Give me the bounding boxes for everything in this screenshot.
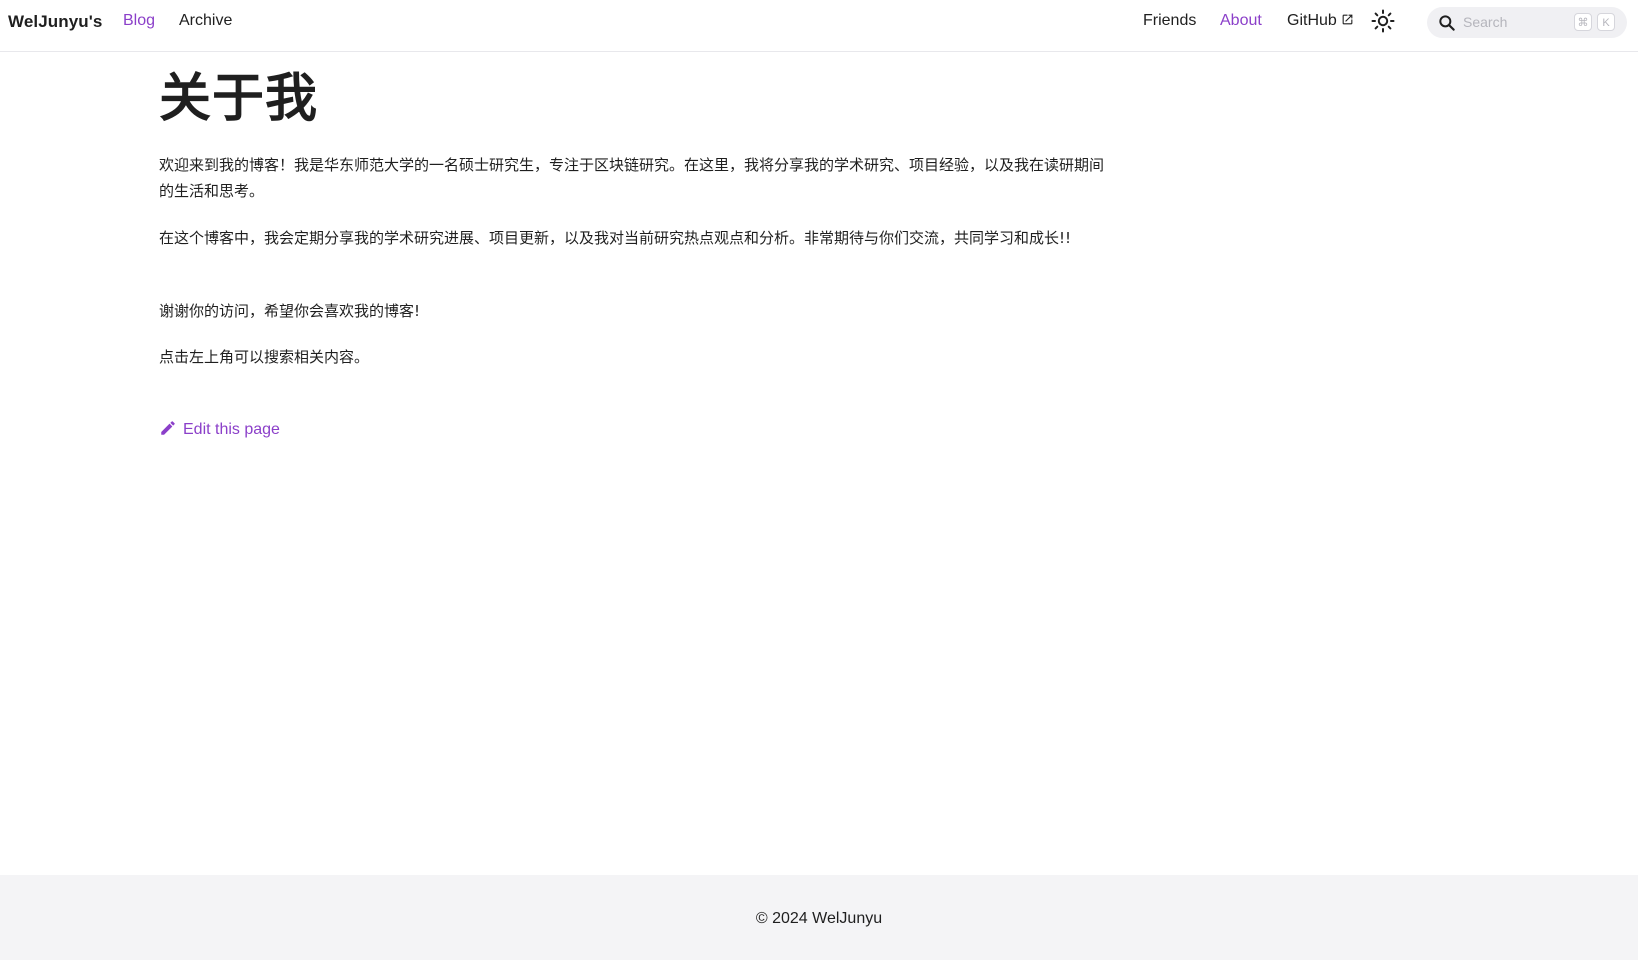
thanks-paragraph: 谢谢你的访问，希望你会喜欢我的博客! — [159, 302, 421, 320]
sun-icon — [1371, 9, 1395, 33]
main-content: 关于我 欢迎来到我的博客！我是华东师范大学的一名硕士研究生，专注于区块链研究。在… — [159, 62, 1104, 438]
intro-paragraph: 欢迎来到我的博客！我是华东师范大学的一名硕士研究生，专注于区块链研究。在这里，我… — [159, 156, 1105, 200]
theme-toggle-button[interactable] — [1371, 9, 1395, 33]
nav-link-archive[interactable]: Archive — [179, 12, 232, 30]
page-title: 关于我 — [159, 70, 319, 128]
search-icon — [1439, 15, 1455, 31]
site-brand[interactable]: WelJunyu's — [8, 12, 102, 32]
nav-link-github[interactable]: GitHub — [1287, 12, 1354, 30]
top-navbar: WelJunyu's Blog Archive Friends About Gi… — [0, 0, 1638, 52]
shortcut-key-cmd: ⌘ — [1574, 13, 1592, 31]
search-box[interactable]: ⌘ K — [1427, 7, 1627, 38]
pencil-icon — [161, 421, 175, 436]
site-footer: © 2024 WelJunyu — [0, 875, 1638, 960]
github-label: GitHub — [1287, 12, 1337, 29]
nav-link-about[interactable]: About — [1220, 12, 1262, 30]
edit-page-link[interactable]: Edit this page — [159, 421, 280, 439]
nav-link-friends[interactable]: Friends — [1143, 12, 1196, 30]
edit-page-label: Edit this page — [183, 421, 280, 438]
search-input[interactable] — [1463, 11, 1563, 33]
copyright-text: © 2024 WelJunyu — [755, 910, 883, 927]
external-link-icon — [1342, 14, 1353, 25]
nav-link-blog[interactable]: Blog — [123, 12, 155, 30]
search-hint-paragraph: 点击左上角可以搜索相关内容。 — [159, 348, 370, 366]
shortcut-key-k: K — [1597, 13, 1615, 31]
blog-plan-paragraph: 在这个博客中，我会定期分享我的学术研究进展、项目更新，以及我对当前研究热点观点和… — [159, 229, 1072, 247]
